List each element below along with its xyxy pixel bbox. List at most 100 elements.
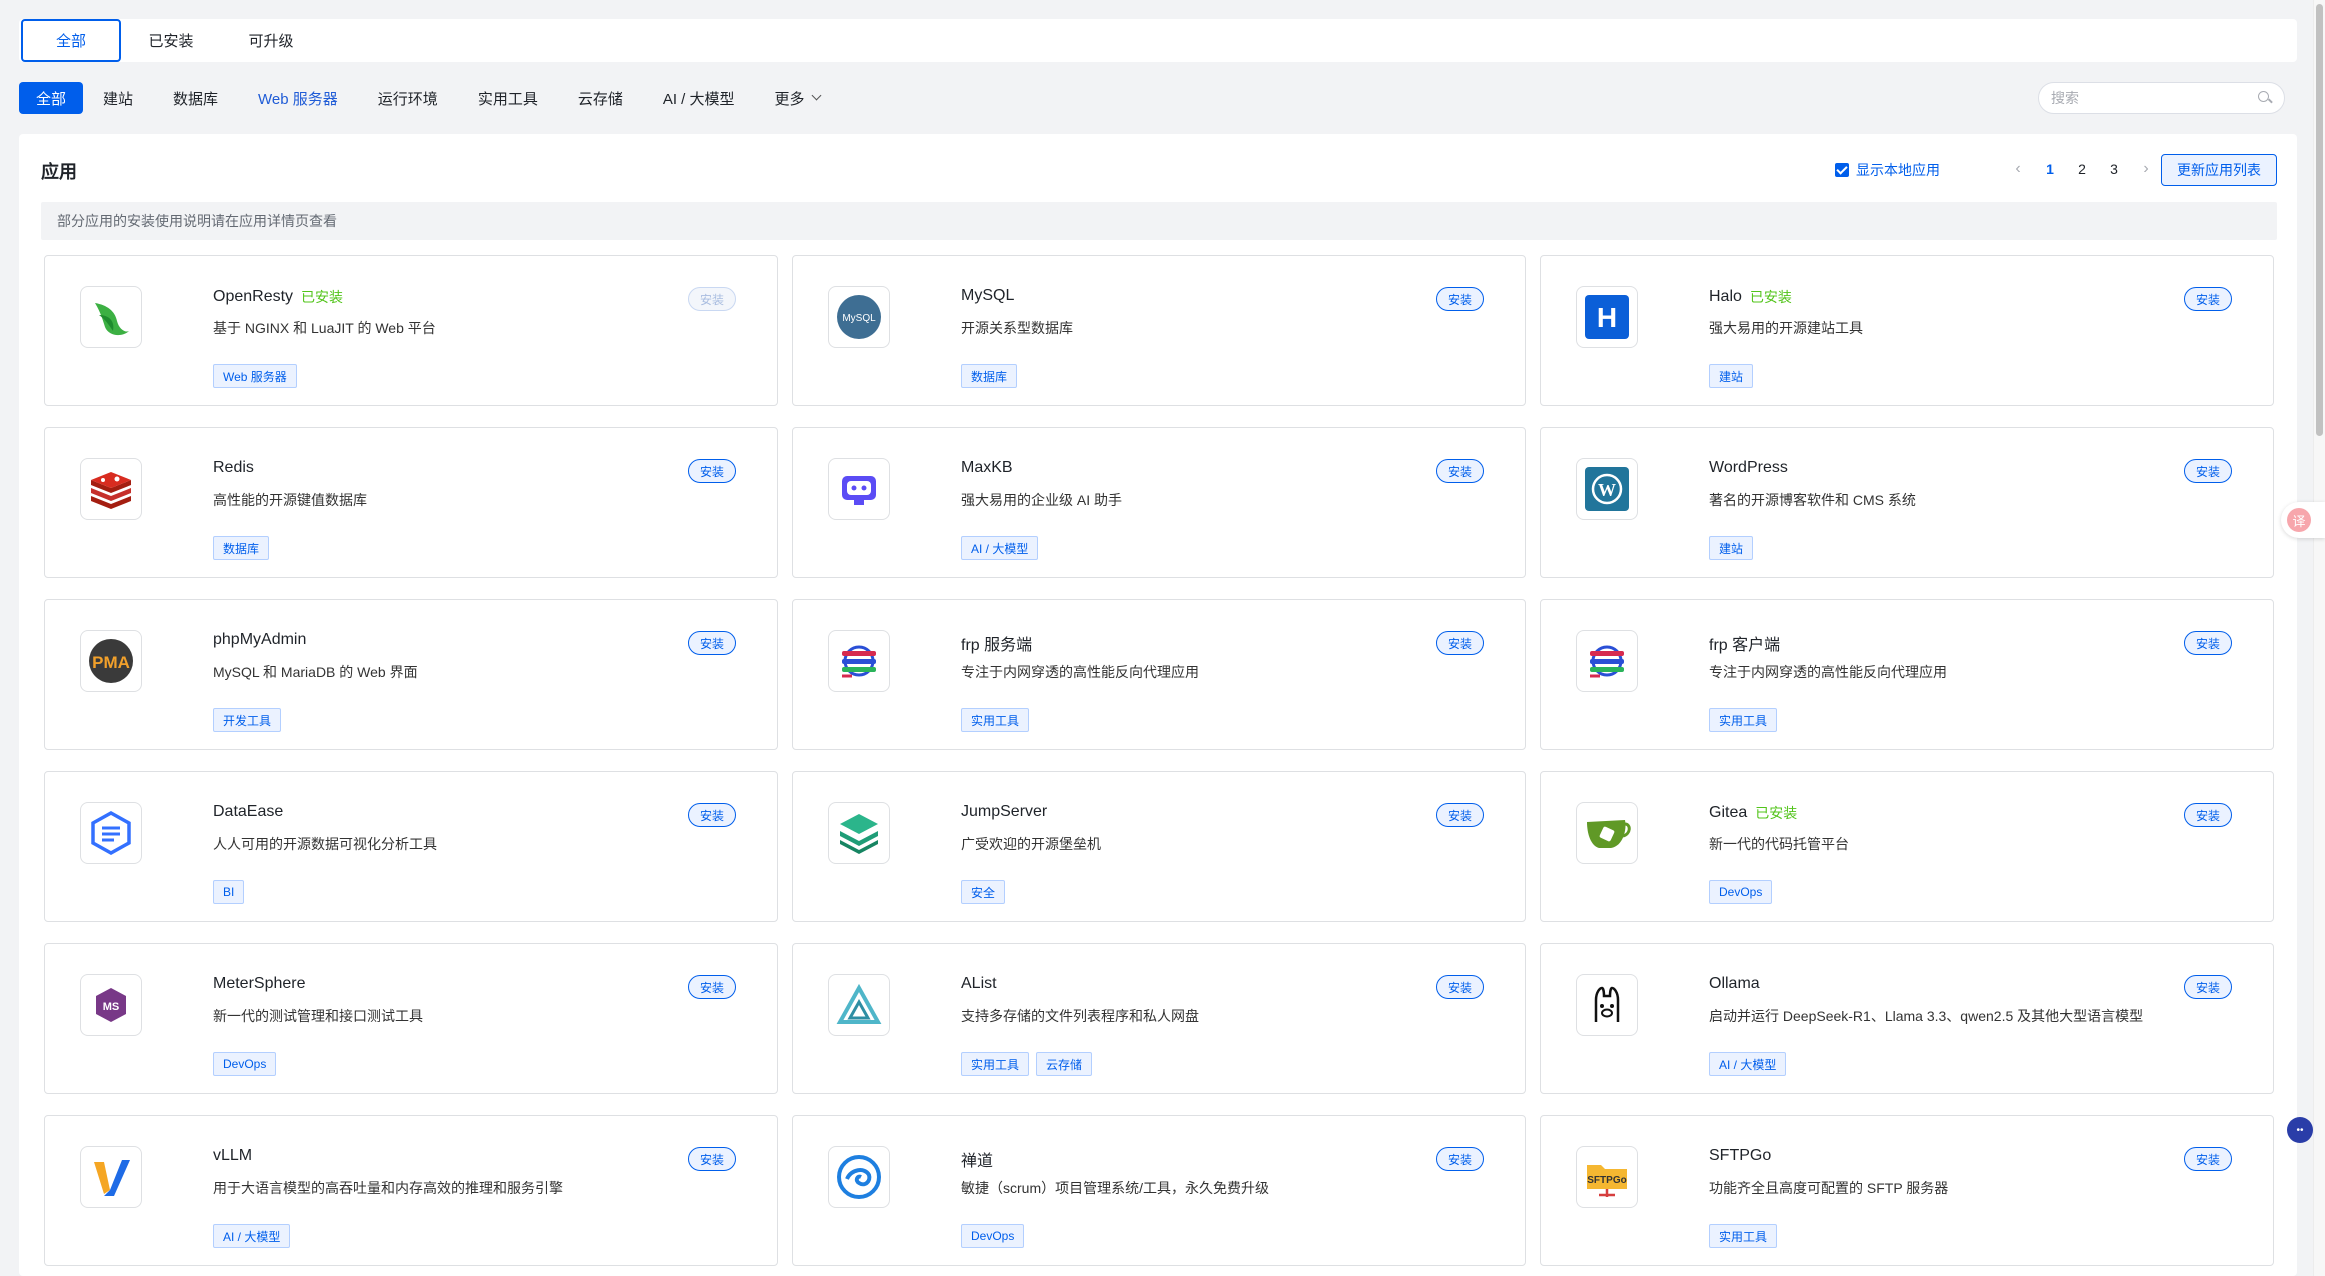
- category-3[interactable]: Web 服务器: [238, 82, 358, 114]
- app-name[interactable]: Ollama: [1709, 975, 1760, 993]
- app-name[interactable]: phpMyAdmin: [213, 631, 306, 649]
- install-button[interactable]: 安装: [1436, 459, 1484, 483]
- app-card[interactable]: MaxKB 强大易用的企业级 AI 助手 AI / 大模型 安装: [792, 427, 1526, 578]
- category-5[interactable]: 实用工具: [458, 82, 558, 114]
- top-tab-2[interactable]: 可升级: [221, 19, 321, 62]
- app-card[interactable]: MS MeterSphere 新一代的测试管理和接口测试工具 DevOps 安装: [44, 943, 778, 1094]
- install-button[interactable]: 安装: [1436, 287, 1484, 311]
- app-card[interactable]: DataEase 人人可用的开源数据可视化分析工具 BI 安装: [44, 771, 778, 922]
- app-card[interactable]: frp 服务端 专注于内网穿透的高性能反向代理应用 实用工具 安装: [792, 599, 1526, 750]
- category-4[interactable]: 运行环境: [358, 82, 458, 114]
- app-card[interactable]: vLLM 用于大语言模型的高吞吐量和内存高效的推理和服务引擎 AI / 大模型 安装: [44, 1115, 778, 1266]
- install-button[interactable]: 安装: [2184, 287, 2232, 311]
- svg-text:SFTPGo: SFTPGo: [1587, 1175, 1626, 1186]
- app-name[interactable]: frp 客户端: [1709, 631, 1780, 655]
- app-card[interactable]: PMA phpMyAdmin MySQL 和 MariaDB 的 Web 界面 开发工…: [44, 599, 778, 750]
- app-card[interactable]: JumpServer 广受欢迎的开源堡垒机 安全 安装: [792, 771, 1526, 922]
- page-scrollbar[interactable]: [2313, 0, 2325, 1276]
- page-3[interactable]: 3: [2098, 156, 2130, 182]
- install-button[interactable]: 安装: [688, 1147, 736, 1171]
- app-name[interactable]: SFTPGo: [1709, 1147, 1771, 1165]
- app-card[interactable]: OpenResty 已安装 基于 NGINX 和 LuaJIT 的 Web 平台 We…: [44, 255, 778, 406]
- app-name-text: Ollama: [1709, 975, 1760, 992]
- app-name[interactable]: Halo 已安装: [1709, 287, 1792, 307]
- search-input[interactable]: [2051, 90, 2258, 106]
- install-button[interactable]: 安装: [1436, 1147, 1484, 1171]
- install-button[interactable]: 安装: [2184, 803, 2232, 827]
- category-1[interactable]: 建站: [83, 82, 153, 114]
- frp-logo-icon: [1576, 630, 1638, 692]
- app-tag: DevOps: [961, 1224, 1025, 1248]
- app-tag: 数据库: [213, 536, 270, 560]
- app-tags: AI / 大模型: [961, 536, 1039, 560]
- install-button[interactable]: 安装: [2184, 1147, 2232, 1171]
- app-name[interactable]: MaxKB: [961, 459, 1013, 477]
- app-name[interactable]: frp 服务端: [961, 631, 1032, 655]
- scrollbar-thumb[interactable]: [2316, 4, 2323, 436]
- app-tags: 建站: [1709, 536, 1754, 560]
- app-name[interactable]: vLLM: [213, 1147, 252, 1165]
- install-button[interactable]: 安装: [688, 631, 736, 655]
- category-label: 数据库: [173, 90, 219, 108]
- app-tags: 安全: [961, 880, 1006, 904]
- search-box[interactable]: [2038, 82, 2285, 114]
- search-icon[interactable]: [2258, 91, 2272, 105]
- app-tag: 建站: [1709, 364, 1754, 388]
- page-1[interactable]: 1: [2034, 156, 2066, 182]
- install-button[interactable]: 安装: [688, 975, 736, 999]
- app-name[interactable]: Gitea 已安装: [1709, 803, 1797, 823]
- app-tags: 实用工具: [1709, 1224, 1778, 1248]
- install-button[interactable]: 安装: [688, 287, 736, 311]
- translate-float-button[interactable]: 译: [2281, 502, 2325, 538]
- checkbox-checked-icon[interactable]: [1835, 163, 1849, 177]
- app-card[interactable]: 禅道 敏捷（scrum）项目管理系统/工具，永久免费升级 DevOps 安装: [792, 1115, 1526, 1266]
- page-2[interactable]: 2: [2066, 156, 2098, 182]
- app-name[interactable]: OpenResty 已安装: [213, 287, 343, 307]
- update-app-list-button[interactable]: 更新应用列表: [2161, 154, 2277, 186]
- install-button[interactable]: 安装: [688, 803, 736, 827]
- app-name[interactable]: DataEase: [213, 803, 283, 821]
- install-button[interactable]: 安装: [2184, 459, 2232, 483]
- app-card[interactable]: Ollama 启动并运行 DeepSeek-R1、Llama 3.3、qwen2.…: [1540, 943, 2274, 1094]
- app-name[interactable]: 禅道: [961, 1147, 993, 1171]
- app-name-text: JumpServer: [961, 803, 1048, 820]
- app-name[interactable]: MeterSphere: [213, 975, 306, 993]
- app-name[interactable]: WordPress: [1709, 459, 1788, 477]
- app-card[interactable]: W WordPress 著名的开源博客软件和 CMS 系统 建站 安装: [1540, 427, 2274, 578]
- app-name[interactable]: MySQL: [961, 287, 1014, 305]
- show-local-apps-checkbox[interactable]: 显示本地应用: [1835, 160, 1940, 180]
- install-button[interactable]: 安装: [1436, 803, 1484, 827]
- app-card[interactable]: MySQL MySQL 开源关系型数据库 数据库 安装: [792, 255, 1526, 406]
- app-name[interactable]: AList: [961, 975, 997, 993]
- assistant-float-button[interactable]: ••: [2287, 1117, 2313, 1143]
- installed-badge: 已安装: [1749, 289, 1792, 305]
- top-tab-0[interactable]: 全部: [21, 19, 121, 62]
- app-card[interactable]: AList 支持多存储的文件列表程序和私人网盘 实用工具 云存储 安装: [792, 943, 1526, 1094]
- app-description: 启动并运行 DeepSeek-R1、Llama 3.3、qwen2.5 及其他大…: [1709, 1008, 2144, 1024]
- prev-page-icon[interactable]: ‹: [2002, 156, 2034, 182]
- category-8[interactable]: 更多: [755, 82, 840, 114]
- app-card[interactable]: H Halo 已安装 强大易用的开源建站工具 建站 安装: [1540, 255, 2274, 406]
- app-name[interactable]: Redis: [213, 459, 254, 477]
- app-tag: 开发工具: [213, 708, 282, 732]
- category-6[interactable]: 云存储: [558, 82, 643, 114]
- next-page-icon[interactable]: ›: [2130, 156, 2162, 182]
- category-0[interactable]: 全部: [19, 82, 84, 114]
- install-button[interactable]: 安装: [688, 459, 736, 483]
- category-7[interactable]: AI / 大模型: [643, 82, 755, 114]
- install-button[interactable]: 安装: [1436, 631, 1484, 655]
- install-button[interactable]: 安装: [2184, 631, 2232, 655]
- app-card[interactable]: frp 客户端 专注于内网穿透的高性能反向代理应用 实用工具 安装: [1540, 599, 2274, 750]
- app-card[interactable]: Gitea 已安装 新一代的代码托管平台 DevOps 安装: [1540, 771, 2274, 922]
- top-tab-1[interactable]: 已安装: [121, 19, 221, 62]
- metersphere-logo-icon: MS: [80, 974, 142, 1036]
- app-card[interactable]: Redis 高性能的开源键值数据库 数据库 安装: [44, 427, 778, 578]
- app-description: 新一代的代码托管平台: [1709, 836, 1849, 852]
- category-2[interactable]: 数据库: [153, 82, 238, 114]
- install-button[interactable]: 安装: [2184, 975, 2232, 999]
- app-tag: DevOps: [213, 1052, 277, 1076]
- install-button[interactable]: 安装: [1436, 975, 1484, 999]
- app-name[interactable]: JumpServer: [961, 803, 1047, 821]
- svg-text:MySQL: MySQL: [842, 313, 876, 324]
- app-card[interactable]: SFTPGo SFTPGo 功能齐全且高度可配置的 SFTP 服务器 实用工具 安装: [1540, 1115, 2274, 1266]
